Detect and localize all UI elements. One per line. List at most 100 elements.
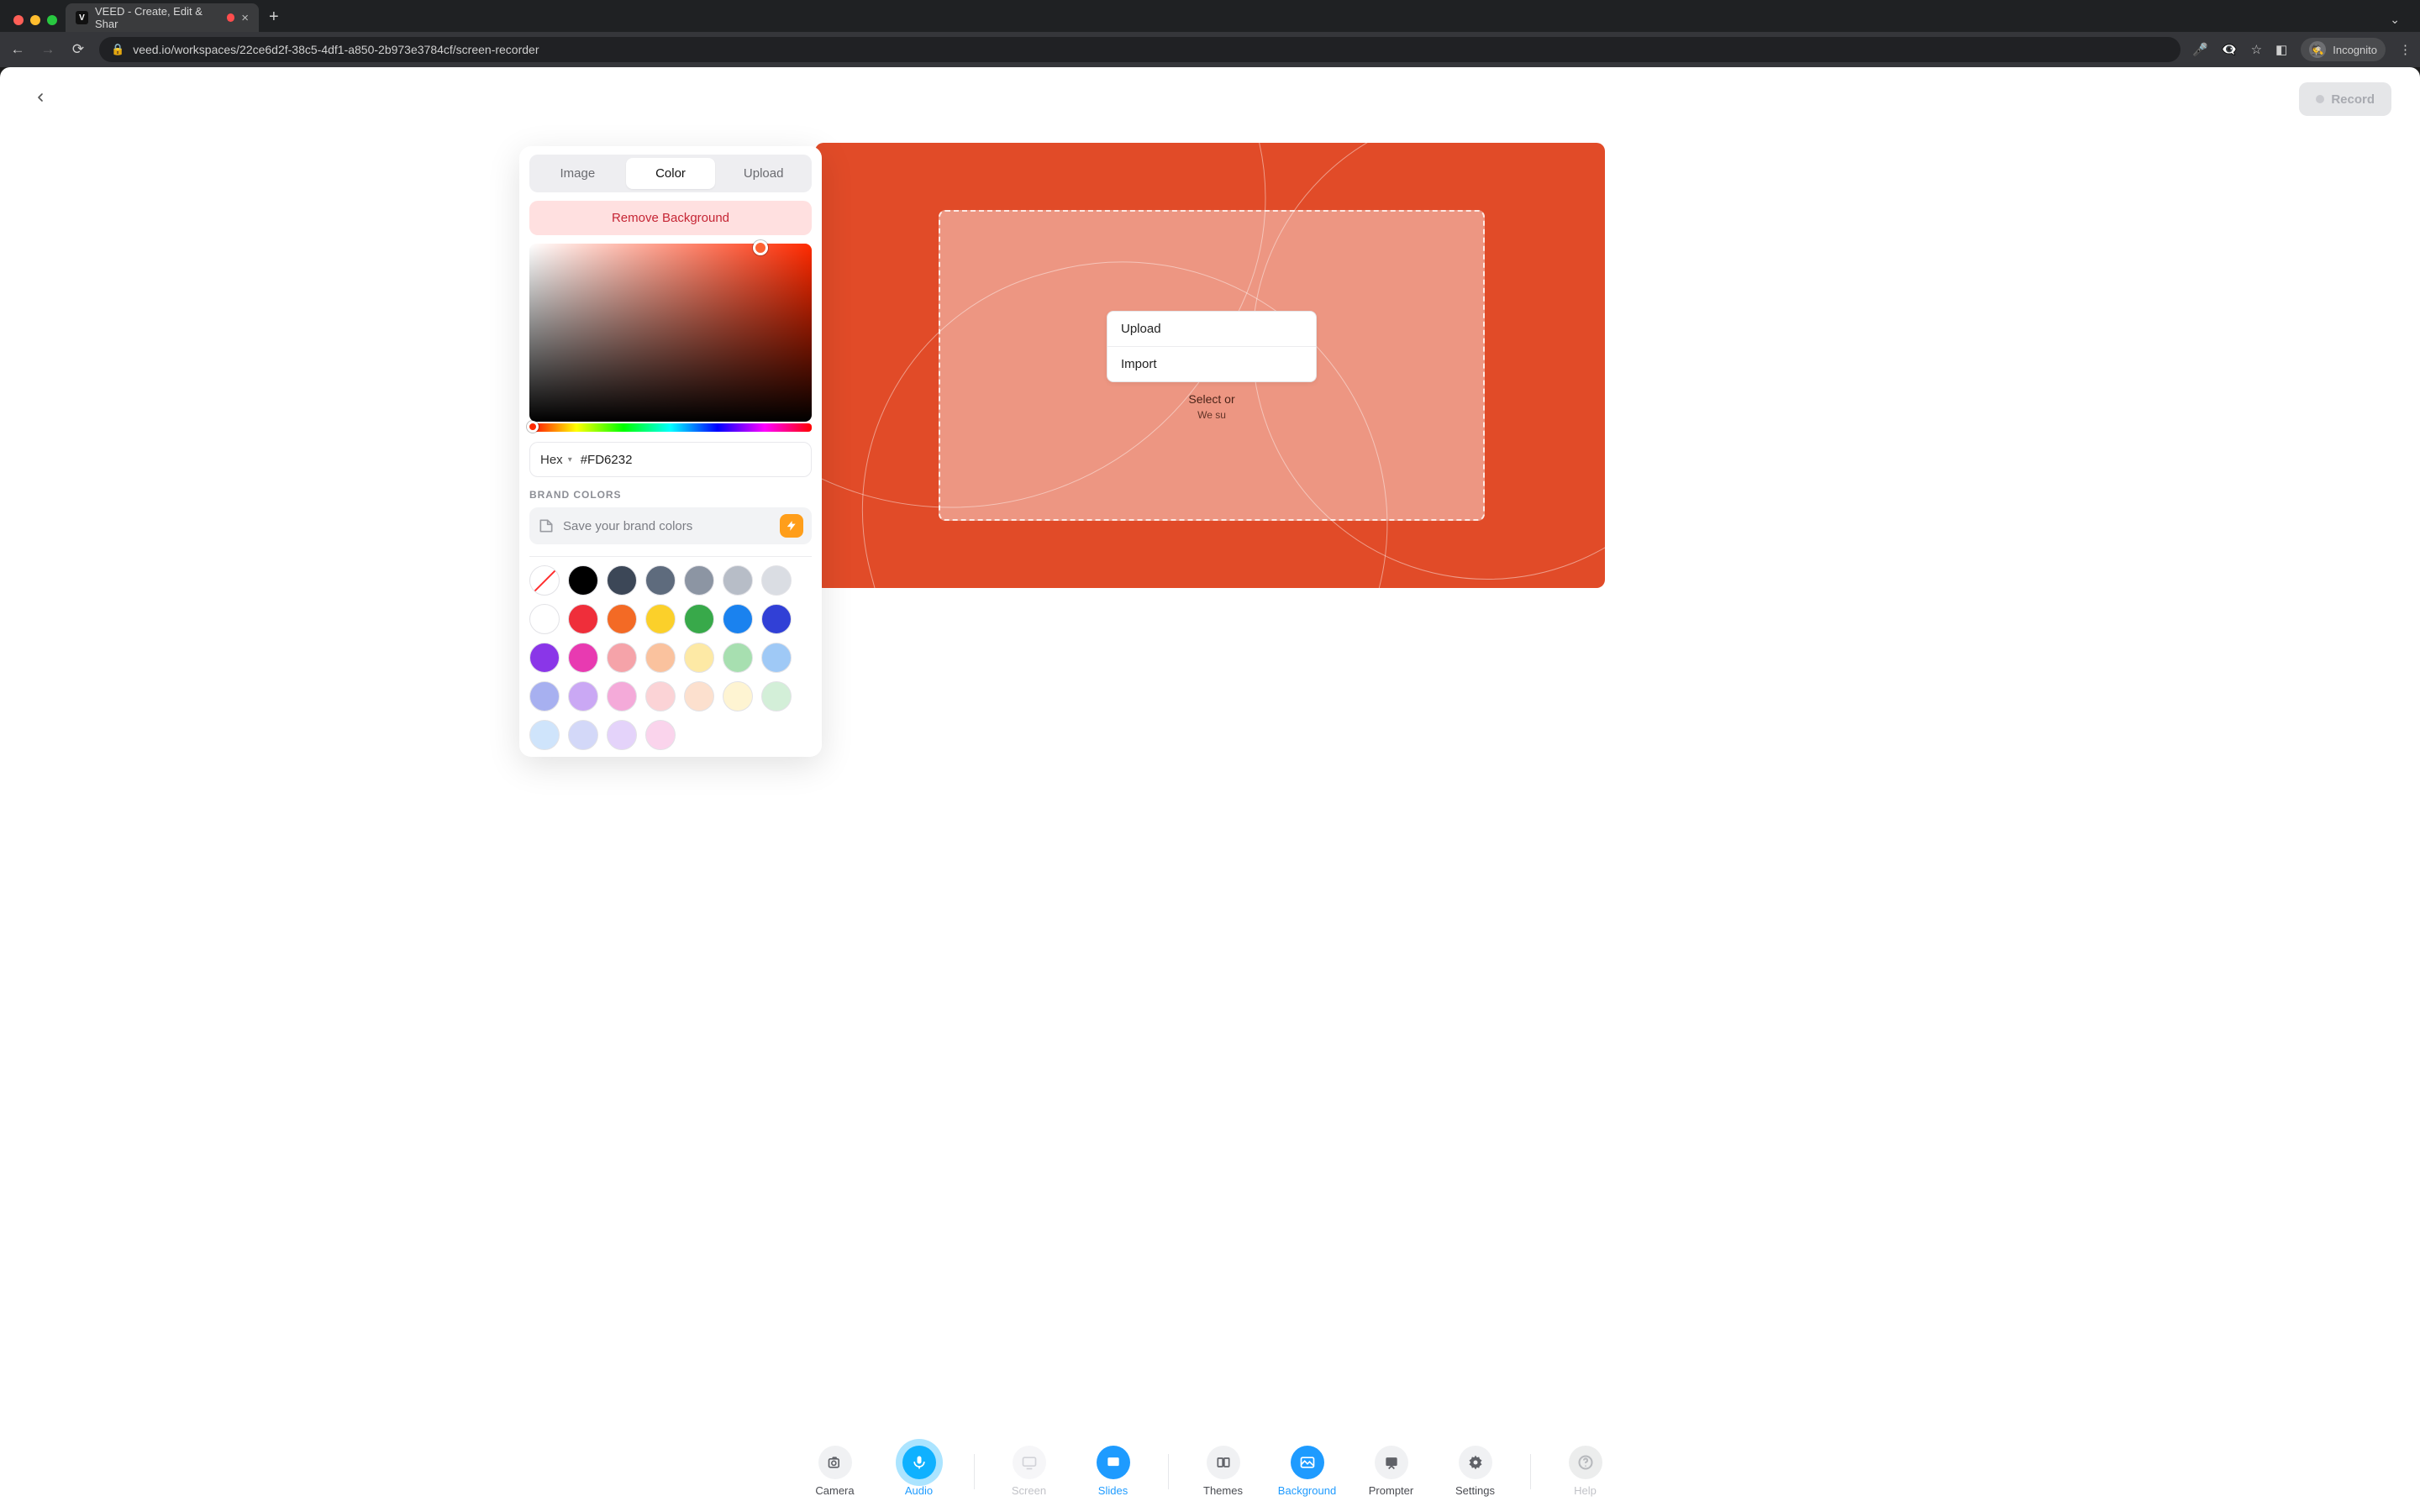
color-picker-thumb[interactable] bbox=[753, 240, 768, 255]
new-tab-button[interactable]: + bbox=[259, 8, 289, 32]
tool-camera-label: Camera bbox=[815, 1484, 854, 1497]
color-swatch[interactable] bbox=[568, 565, 598, 596]
color-swatch[interactable] bbox=[568, 604, 598, 634]
background-source-tabs: Image Color Upload bbox=[529, 155, 812, 192]
color-swatch[interactable] bbox=[684, 681, 714, 711]
color-swatch[interactable] bbox=[607, 604, 637, 634]
color-swatch[interactable] bbox=[645, 565, 676, 596]
tool-screen-label: Screen bbox=[1012, 1484, 1046, 1497]
tool-prompter[interactable]: Prompter bbox=[1362, 1446, 1421, 1497]
color-swatch[interactable] bbox=[607, 565, 637, 596]
tool-help[interactable]: Help bbox=[1556, 1446, 1615, 1497]
remove-background-button[interactable]: Remove Background bbox=[529, 201, 812, 235]
brand-colors-label: BRAND COLORS bbox=[529, 489, 812, 501]
color-swatch[interactable] bbox=[529, 604, 560, 634]
recording-canvas[interactable]: Upload Import Select or We su bbox=[815, 143, 1605, 588]
tab-close-icon[interactable]: × bbox=[241, 11, 249, 25]
minimize-window-icon[interactable] bbox=[30, 15, 40, 25]
tool-audio-label: Audio bbox=[905, 1484, 933, 1497]
color-swatch[interactable] bbox=[529, 643, 560, 673]
chevron-down-icon: ▾ bbox=[568, 455, 572, 465]
color-swatch[interactable] bbox=[684, 604, 714, 634]
url-input[interactable]: 🔒 veed.io/workspaces/22ce6d2f-38c5-4df1-… bbox=[99, 37, 2181, 62]
save-brand-colors-button[interactable]: Save your brand colors bbox=[529, 507, 812, 544]
color-swatch[interactable] bbox=[568, 643, 598, 673]
color-swatch[interactable] bbox=[529, 681, 560, 711]
palette-icon bbox=[538, 517, 555, 534]
color-swatch[interactable] bbox=[607, 720, 637, 750]
color-swatch[interactable] bbox=[568, 720, 598, 750]
fullscreen-window-icon[interactable] bbox=[47, 15, 57, 25]
dropzone-hint: Select or We su bbox=[1188, 392, 1234, 421]
browser-tab[interactable]: V VEED - Create, Edit & Shar × bbox=[66, 3, 259, 32]
browser-chrome: V VEED - Create, Edit & Shar × + ⌄ ← → ⟳… bbox=[0, 0, 2420, 67]
microphone-icon[interactable]: 🎤 bbox=[2192, 42, 2208, 57]
tool-camera[interactable]: Camera bbox=[806, 1446, 865, 1497]
color-format-select[interactable]: Hex ▾ bbox=[540, 453, 572, 467]
upgrade-bolt-icon[interactable] bbox=[780, 514, 803, 538]
tool-screen[interactable]: Screen bbox=[1000, 1446, 1059, 1497]
close-window-icon[interactable] bbox=[13, 15, 24, 25]
app-viewport: Record Upload Import Select or We su Ima… bbox=[0, 67, 2420, 1512]
themes-icon bbox=[1207, 1446, 1240, 1479]
color-swatch[interactable] bbox=[607, 643, 637, 673]
reload-icon[interactable]: ⟳ bbox=[69, 41, 87, 58]
slides-dropzone[interactable]: Upload Import Select or We su bbox=[939, 210, 1485, 521]
tool-settings-label: Settings bbox=[1455, 1484, 1495, 1497]
color-swatch[interactable] bbox=[723, 565, 753, 596]
tool-themes[interactable]: Themes bbox=[1194, 1446, 1253, 1497]
record-label: Record bbox=[2331, 92, 2375, 107]
extensions-icon[interactable]: ◧ bbox=[2275, 42, 2287, 57]
color-swatch[interactable] bbox=[761, 681, 792, 711]
dropzone-hint-line1: Select or bbox=[1188, 392, 1234, 406]
address-bar: ← → ⟳ 🔒 veed.io/workspaces/22ce6d2f-38c5… bbox=[0, 32, 2420, 67]
screen-icon bbox=[1013, 1446, 1046, 1479]
color-swatch[interactable] bbox=[761, 604, 792, 634]
tool-slides[interactable]: Slides bbox=[1084, 1446, 1143, 1497]
app-back-button[interactable] bbox=[29, 86, 52, 109]
color-swatch[interactable] bbox=[529, 720, 560, 750]
color-swatch[interactable] bbox=[568, 681, 598, 711]
color-swatch[interactable] bbox=[684, 565, 714, 596]
color-swatch[interactable] bbox=[723, 643, 753, 673]
tool-prompter-label: Prompter bbox=[1369, 1484, 1413, 1497]
color-saturation-picker[interactable] bbox=[529, 244, 812, 422]
color-swatch[interactable] bbox=[529, 565, 560, 596]
forward-icon[interactable]: → bbox=[39, 41, 57, 58]
color-swatch[interactable] bbox=[645, 681, 676, 711]
color-swatch[interactable] bbox=[761, 643, 792, 673]
bookmark-icon[interactable]: ☆ bbox=[2251, 42, 2262, 57]
tool-audio[interactable]: Audio bbox=[890, 1446, 949, 1497]
color-swatch[interactable] bbox=[607, 681, 637, 711]
upload-option[interactable]: Upload bbox=[1107, 312, 1316, 346]
eye-off-icon[interactable]: 👁‍🗨 bbox=[2222, 42, 2238, 57]
tab-upload[interactable]: Upload bbox=[718, 158, 808, 189]
help-icon bbox=[1569, 1446, 1602, 1479]
tabs-menu-icon[interactable]: ⌄ bbox=[2378, 13, 2412, 32]
url-text: veed.io/workspaces/22ce6d2f-38c5-4df1-a8… bbox=[133, 43, 539, 56]
color-swatch[interactable] bbox=[723, 681, 753, 711]
color-swatch[interactable] bbox=[645, 643, 676, 673]
back-icon[interactable]: ← bbox=[8, 41, 27, 58]
color-swatch[interactable] bbox=[723, 604, 753, 634]
import-option[interactable]: Import bbox=[1107, 346, 1316, 381]
kebab-menu-icon[interactable]: ⋮ bbox=[2399, 42, 2412, 57]
tool-background[interactable]: Background bbox=[1278, 1446, 1337, 1497]
hue-slider[interactable] bbox=[529, 423, 812, 432]
background-color-popover: Image Color Upload Remove Background Hex… bbox=[519, 146, 822, 757]
incognito-badge[interactable]: 🕵️ Incognito bbox=[2301, 38, 2386, 61]
hex-input[interactable]: #FD6232 bbox=[581, 453, 801, 467]
color-swatch[interactable] bbox=[645, 604, 676, 634]
tool-settings[interactable]: Settings bbox=[1446, 1446, 1505, 1497]
tab-image[interactable]: Image bbox=[533, 158, 623, 189]
tab-favicon-icon: V bbox=[76, 11, 88, 24]
record-button[interactable]: Record bbox=[2299, 82, 2391, 116]
divider bbox=[529, 556, 812, 557]
browser-actions: 🎤 👁‍🗨 ☆ ◧ 🕵️ Incognito ⋮ bbox=[2192, 38, 2412, 61]
color-swatch[interactable] bbox=[761, 565, 792, 596]
color-swatch[interactable] bbox=[645, 720, 676, 750]
microphone-icon bbox=[902, 1446, 936, 1479]
tab-color[interactable]: Color bbox=[626, 158, 716, 189]
hue-slider-thumb[interactable] bbox=[527, 421, 539, 433]
color-swatch[interactable] bbox=[684, 643, 714, 673]
